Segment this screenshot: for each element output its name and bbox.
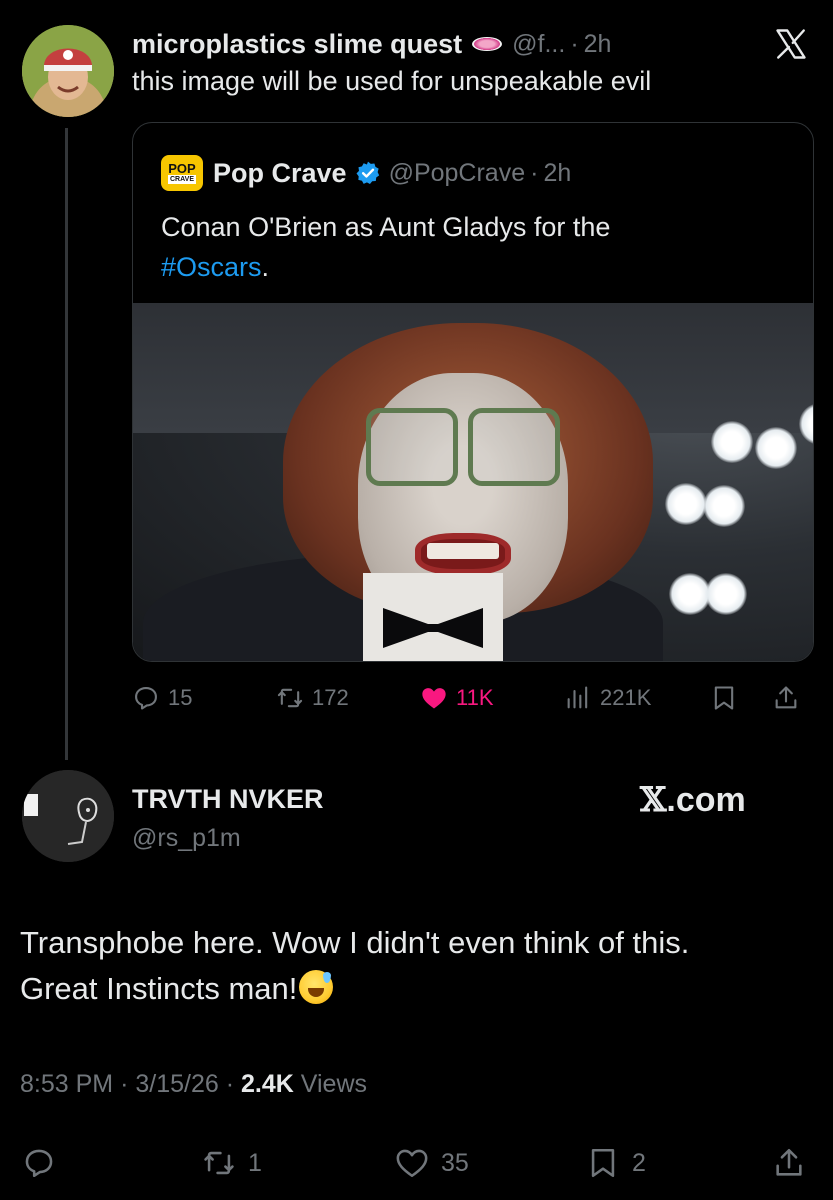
- vanity-light-bulb: [755, 427, 797, 469]
- photo-glasses-left: [366, 408, 458, 486]
- separator-dot: ·: [120, 1070, 129, 1098]
- vanity-light-bulb: [705, 573, 747, 615]
- reply-tweet-text: Transphobe here. Wow I didn't even think…: [20, 920, 820, 1012]
- like-button[interactable]: 35: [395, 1140, 469, 1186]
- reply-author-handle[interactable]: @rs_p1m: [132, 824, 241, 853]
- reply-action-bar: 1 35 2: [0, 1140, 833, 1186]
- vanity-light-bulb: [711, 421, 753, 463]
- x-logo-icon: 𝕏: [640, 780, 667, 820]
- thread-line: [65, 128, 68, 760]
- parent-tweet-header: microplastics slime quest @f... · 2h: [132, 26, 611, 62]
- watermark-domain: .com: [666, 781, 746, 819]
- heart-filled-icon: [422, 688, 446, 709]
- quoted-tweet-text: Conan O'Brien as Aunt Gladys for the #Os…: [161, 207, 781, 287]
- grinning-face-with-sweat-emoji: [299, 970, 334, 1004]
- quoted-tweet-text-main: Conan O'Brien as Aunt Gladys for the: [161, 212, 611, 242]
- view-count: 221K: [600, 685, 652, 710]
- share-button[interactable]: [772, 1140, 818, 1186]
- quoted-tweet-header: POP CRAVE Pop Crave @PopCrave · 2h: [161, 155, 571, 191]
- parent-author-handle[interactable]: @f...: [512, 30, 565, 59]
- x-com-watermark: 𝕏.com: [640, 780, 746, 820]
- like-count: 35: [441, 1148, 469, 1177]
- share-icon: [776, 1148, 802, 1176]
- petri-dish-emoji: [472, 37, 503, 51]
- parent-tweet-text: this image will be used for unspeakable …: [132, 66, 652, 96]
- x-logo-icon: [776, 29, 806, 59]
- author-avatar[interactable]: [22, 25, 114, 117]
- popcrave-avatar[interactable]: POP CRAVE: [161, 155, 203, 191]
- share-icon: [775, 686, 797, 709]
- views-chart-icon: [567, 686, 588, 709]
- photo-glasses-right: [468, 408, 560, 486]
- reply-count: 15: [168, 685, 193, 710]
- tweet-time[interactable]: 8:53 PM: [20, 1070, 113, 1098]
- parent-author-name[interactable]: microplastics slime quest: [132, 29, 462, 60]
- vanity-light-bulb: [703, 485, 745, 527]
- repost-icon: [204, 1151, 234, 1175]
- reply-button[interactable]: [22, 1140, 68, 1186]
- separator-dot: ·: [530, 158, 539, 187]
- like-count: 11K: [456, 685, 494, 710]
- like-button[interactable]: 11K: [420, 676, 494, 720]
- reply-text-line1: Transphobe here. Wow I didn't even think…: [20, 925, 690, 960]
- repost-icon: [277, 688, 303, 708]
- hashtag-link[interactable]: #Oscars: [161, 252, 262, 282]
- bookmark-count: 2: [632, 1148, 646, 1177]
- repost-button[interactable]: 1: [202, 1140, 262, 1186]
- tweet-meta: 8:53 PM · 3/15/26 · 2.4K Views: [20, 1070, 367, 1099]
- bookmark-icon: [714, 686, 734, 710]
- bookmark-button[interactable]: 2: [586, 1140, 646, 1186]
- parent-tweet-time[interactable]: 2h: [584, 30, 612, 59]
- repost-count: 172: [312, 685, 349, 710]
- bookmark-icon: [591, 1148, 615, 1178]
- reply-icon: [135, 687, 157, 710]
- reply-button[interactable]: 15: [132, 676, 192, 720]
- repost-button[interactable]: 172: [276, 676, 349, 720]
- quoted-author-name[interactable]: Pop Crave: [213, 158, 347, 189]
- popcrave-logo-line2: CRAVE: [168, 174, 196, 184]
- separator-dot: ·: [225, 1070, 235, 1098]
- separator-dot: ·: [570, 29, 579, 58]
- photo-teeth: [427, 543, 499, 559]
- heart-icon: [396, 1149, 428, 1178]
- verified-badge-icon: [356, 161, 379, 185]
- popcrave-logo-line1: POP: [168, 160, 196, 176]
- reply-icon: [25, 1149, 53, 1178]
- quoted-tweet-photo[interactable]: [133, 303, 813, 661]
- quoted-tweet-text-end: .: [261, 252, 270, 282]
- quoted-tweet-card[interactable]: POP CRAVE Pop Crave @PopCrave · 2h Conan…: [132, 122, 814, 662]
- quoted-author-handle[interactable]: @PopCrave: [389, 159, 526, 188]
- parent-action-bar: 15 172 11K 221K: [132, 676, 814, 720]
- reply-author-name[interactable]: TRVTH NVKER: [132, 784, 324, 815]
- reply-text-line2: Great Instincts man!: [20, 971, 298, 1006]
- quoted-tweet-time[interactable]: 2h: [543, 159, 571, 188]
- repost-count: 1: [248, 1148, 262, 1177]
- views-count: 2.4K: [241, 1070, 294, 1098]
- bookmark-button[interactable]: [710, 676, 746, 720]
- views-button[interactable]: 221K: [564, 676, 651, 720]
- share-button[interactable]: [772, 676, 808, 720]
- tweet-date[interactable]: 3/15/26: [135, 1070, 218, 1098]
- vanity-light-bulb: [665, 483, 707, 525]
- views-label: Views: [300, 1070, 368, 1098]
- reply-author-avatar[interactable]: [22, 770, 114, 862]
